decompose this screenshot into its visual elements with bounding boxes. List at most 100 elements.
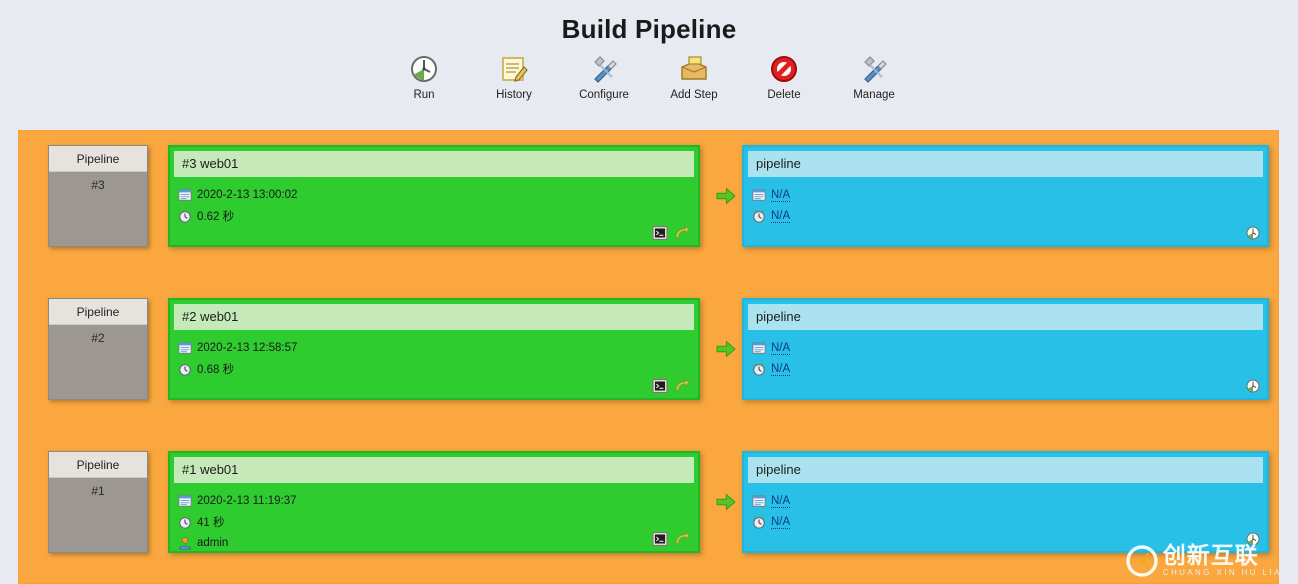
step-meta-row: N/A — [752, 206, 1267, 226]
pipeline-connector-arrow — [716, 493, 736, 511]
console-output-button[interactable] — [652, 378, 668, 394]
build-meta-text: 0.62 秒 — [197, 211, 235, 223]
toolbar-button-configure[interactable]: Configure — [568, 53, 640, 101]
toolbar-button-label: Manage — [853, 89, 895, 101]
step-card[interactable]: pipeline N/A N/A — [742, 298, 1269, 400]
build-meta-row: 41 秒 — [178, 512, 698, 532]
calendar-icon — [178, 494, 192, 508]
build-meta-text: 2020-2-13 12:58:57 — [197, 342, 298, 354]
build-meta-row: 0.68 秒 — [178, 359, 698, 379]
pipeline-row: Pipeline #3 #3 web01 2020-2-13 13:00:02 0.62… — [36, 145, 1279, 265]
build-meta-row: 0.62 秒 — [178, 206, 698, 226]
toolbar-button-label: Run — [413, 89, 435, 101]
step-card[interactable]: pipeline N/A N/A — [742, 145, 1269, 247]
calendar-icon — [752, 188, 766, 202]
user-icon — [178, 536, 192, 550]
pipeline-connector-arrow — [716, 187, 736, 205]
pipeline-row: Pipeline #2 #2 web01 2020-2-13 12:58:57 0.68… — [36, 298, 1279, 418]
toolbar-button-add-step[interactable]: Add Step — [658, 53, 730, 101]
pipeline-card-number: #3 — [91, 178, 105, 192]
toolbar-button-manage[interactable]: Manage — [838, 53, 910, 101]
toolbar-button-delete[interactable]: Delete — [748, 53, 820, 101]
step-meta-row: N/A — [752, 185, 1267, 205]
pipeline-card[interactable]: Pipeline #2 — [48, 298, 148, 400]
step-card-header: pipeline — [748, 457, 1263, 483]
build-card-header: #1 web01 — [174, 457, 694, 483]
page-title: Build Pipeline — [561, 14, 737, 44]
pipeline-card-number: #1 — [91, 484, 105, 498]
toolbar-button-label: Configure — [579, 89, 629, 101]
toolbar-button-label: Delete — [767, 89, 801, 101]
step-meta-list: N/A N/A — [744, 330, 1267, 379]
run-step-button[interactable] — [1245, 531, 1261, 547]
pipeline-card-title: Pipeline — [49, 452, 147, 478]
clock-icon — [178, 209, 192, 223]
build-card-actions — [652, 224, 690, 241]
wrench-screwdriver-icon — [858, 53, 890, 85]
build-meta-row: 2020-2-13 11:19:37 — [178, 491, 698, 511]
step-card-actions — [1245, 225, 1261, 241]
pipeline-card-title: Pipeline — [49, 146, 147, 172]
build-card-header: #3 web01 — [174, 151, 694, 177]
step-card-header: pipeline — [748, 304, 1263, 330]
package-box-icon — [678, 53, 710, 85]
build-meta-row: admin — [178, 533, 698, 553]
console-output-button[interactable] — [652, 531, 668, 547]
step-meta-link[interactable]: N/A — [771, 516, 791, 529]
calendar-icon — [752, 494, 766, 508]
step-meta-list: N/A N/A — [744, 483, 1267, 532]
clock-icon — [178, 515, 192, 529]
pipeline-card[interactable]: Pipeline #1 — [48, 451, 148, 553]
pipeline-row: Pipeline #1 #1 web01 2020-2-13 11:19:37 41 秒… — [36, 451, 1279, 571]
build-card-actions — [652, 530, 690, 547]
build-meta-list: 2020-2-13 11:19:37 41 秒 admin — [170, 483, 698, 553]
run-clock-icon — [408, 53, 440, 85]
wrench-screwdriver-icon — [588, 53, 620, 85]
rerun-button[interactable] — [674, 530, 690, 547]
build-card[interactable]: #1 web01 2020-2-13 11:19:37 41 秒 admin — [168, 451, 700, 553]
build-meta-text: 2020-2-13 11:19:37 — [197, 495, 297, 507]
console-output-button[interactable] — [652, 225, 668, 241]
toolbar-button-label: Add Step — [670, 89, 718, 101]
clock-icon — [752, 209, 766, 223]
no-entry-icon — [768, 53, 800, 85]
step-meta-link[interactable]: N/A — [771, 495, 791, 508]
pipeline-card-number: #2 — [91, 331, 105, 345]
toolbar-button-run[interactable]: Run — [388, 53, 460, 101]
rerun-button[interactable] — [674, 377, 690, 394]
build-card[interactable]: #2 web01 2020-2-13 12:58:57 0.68 秒 — [168, 298, 700, 400]
build-meta-text: admin — [197, 537, 229, 549]
build-meta-text: 0.68 秒 — [197, 364, 235, 376]
pipeline-panel: Pipeline #3 #3 web01 2020-2-13 13:00:02 0.62… — [18, 130, 1279, 584]
toolbar: Run History Configure Add Step Delete Manage — [0, 53, 1298, 101]
build-meta-list: 2020-2-13 12:58:57 0.68 秒 — [170, 330, 698, 379]
run-step-button[interactable] — [1245, 225, 1261, 241]
step-meta-link[interactable]: N/A — [771, 189, 791, 202]
notepad-pencil-icon — [498, 53, 530, 85]
step-meta-link[interactable]: N/A — [771, 210, 791, 223]
build-meta-text: 2020-2-13 13:00:02 — [197, 189, 298, 201]
step-card[interactable]: pipeline N/A N/A — [742, 451, 1269, 553]
build-meta-row: 2020-2-13 13:00:02 — [178, 185, 698, 205]
build-card[interactable]: #3 web01 2020-2-13 13:00:02 0.62 秒 — [168, 145, 700, 247]
pipeline-connector-arrow — [716, 340, 736, 358]
rerun-button[interactable] — [674, 224, 690, 241]
clock-icon — [752, 515, 766, 529]
step-meta-link[interactable]: N/A — [771, 363, 791, 376]
build-meta-row: 2020-2-13 12:58:57 — [178, 338, 698, 358]
run-step-button[interactable] — [1245, 378, 1261, 394]
pipeline-card[interactable]: Pipeline #3 — [48, 145, 148, 247]
step-meta-link[interactable]: N/A — [771, 342, 791, 355]
step-meta-list: N/A N/A — [744, 177, 1267, 226]
build-card-actions — [652, 377, 690, 394]
step-meta-row: N/A — [752, 359, 1267, 379]
toolbar-button-label: History — [496, 89, 532, 101]
build-card-header: #2 web01 — [174, 304, 694, 330]
build-meta-list: 2020-2-13 13:00:02 0.62 秒 — [170, 177, 698, 226]
step-meta-row: N/A — [752, 491, 1267, 511]
build-meta-text: 41 秒 — [197, 517, 225, 529]
toolbar-button-history[interactable]: History — [478, 53, 550, 101]
calendar-icon — [178, 188, 192, 202]
clock-icon — [752, 362, 766, 376]
clock-icon — [178, 362, 192, 376]
